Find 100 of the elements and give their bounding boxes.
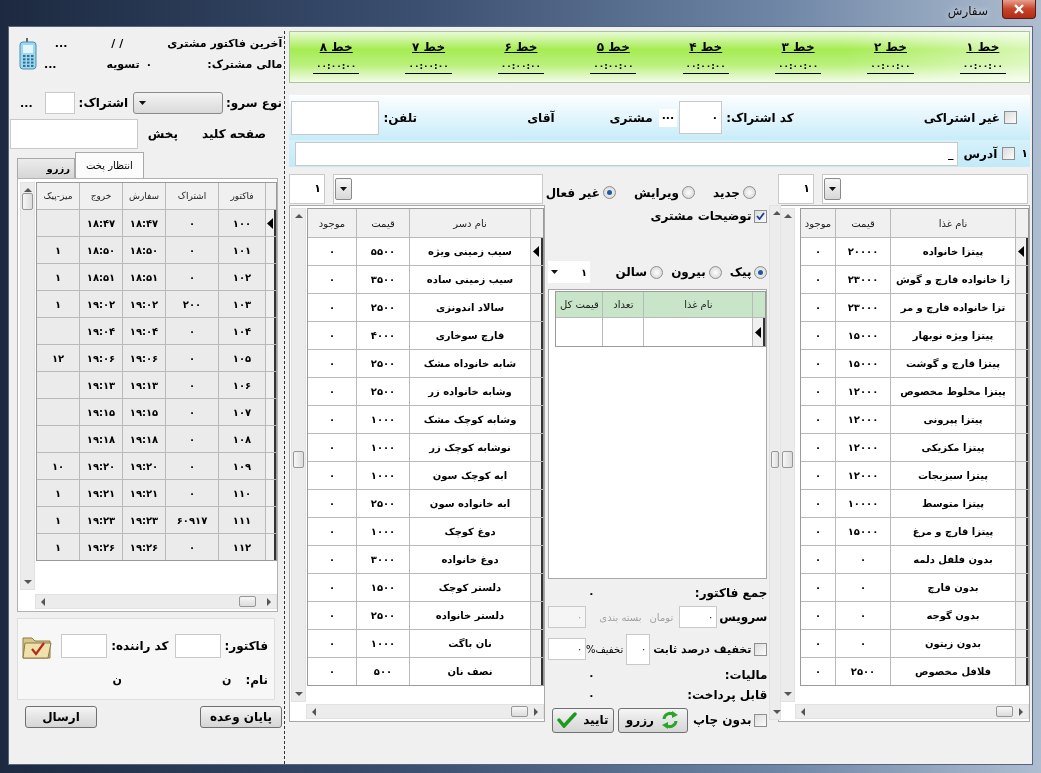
radio-button[interactable] bbox=[650, 265, 664, 279]
row-header[interactable] bbox=[1016, 322, 1028, 349]
column-header[interactable]: سفارش bbox=[123, 183, 165, 209]
row-header[interactable] bbox=[531, 546, 543, 573]
row-header[interactable] bbox=[266, 507, 276, 533]
column-header[interactable]: نام غذا bbox=[891, 209, 1015, 237]
checkbox[interactable] bbox=[754, 713, 768, 727]
vertical-scrollbar[interactable] bbox=[769, 205, 782, 720]
row-header[interactable] bbox=[531, 294, 543, 321]
vertical-scrollbar[interactable] bbox=[780, 208, 795, 702]
row-header[interactable] bbox=[531, 266, 543, 293]
tab[interactable]: انتظار پخت bbox=[75, 152, 144, 178]
radio-button[interactable] bbox=[743, 186, 756, 199]
row-header[interactable] bbox=[1016, 490, 1028, 517]
radio-button[interactable] bbox=[602, 186, 616, 199]
row-header[interactable] bbox=[531, 630, 543, 657]
line-label[interactable]: خط ۱ bbox=[966, 40, 1000, 54]
column-header[interactable]: نام دسر bbox=[410, 209, 530, 237]
service-fee-field[interactable]: ۰ bbox=[679, 606, 718, 628]
tab[interactable]: رزرو bbox=[17, 158, 75, 178]
row-header[interactable] bbox=[1016, 462, 1028, 489]
row-header[interactable] bbox=[531, 434, 543, 461]
subscription-field[interactable] bbox=[44, 92, 75, 114]
row-header[interactable] bbox=[266, 372, 276, 398]
line-label[interactable]: خط ۶ bbox=[504, 40, 538, 54]
count-dropdown[interactable]: ۱ bbox=[548, 261, 590, 283]
horizontal-scrollbar[interactable] bbox=[35, 594, 277, 609]
line-label[interactable]: خط ۸ bbox=[319, 40, 353, 54]
row-header[interactable] bbox=[266, 291, 276, 317]
row-header[interactable] bbox=[1016, 406, 1028, 433]
row-header[interactable] bbox=[531, 574, 543, 601]
line-label[interactable]: خط ۵ bbox=[596, 40, 630, 54]
row-header[interactable] bbox=[266, 318, 276, 344]
line-label[interactable]: خط ۴ bbox=[689, 40, 723, 54]
row-header[interactable] bbox=[1016, 350, 1028, 377]
column-header[interactable]: میز-پیک bbox=[37, 183, 79, 209]
browse-button[interactable]: ... bbox=[658, 108, 678, 127]
radio-button[interactable] bbox=[681, 186, 695, 199]
row-header[interactable] bbox=[1016, 238, 1028, 265]
address-field[interactable]: _ bbox=[295, 141, 958, 166]
column-header[interactable]: موجود bbox=[801, 209, 835, 237]
row-header[interactable] bbox=[1016, 546, 1028, 573]
row-header[interactable] bbox=[1016, 294, 1028, 321]
row-header[interactable] bbox=[531, 406, 543, 433]
row-header[interactable] bbox=[531, 350, 543, 377]
row-header[interactable] bbox=[531, 658, 543, 685]
horizontal-scrollbar[interactable] bbox=[306, 704, 544, 719]
column-header[interactable]: قیمت کل bbox=[556, 292, 603, 317]
count-field[interactable]: ۱ bbox=[778, 173, 814, 204]
row-header[interactable] bbox=[531, 378, 543, 405]
phone-field[interactable] bbox=[291, 100, 380, 135]
row-header[interactable] bbox=[1016, 518, 1028, 545]
line-label[interactable]: خط ۲ bbox=[873, 40, 907, 54]
line-label[interactable]: خط ۳ bbox=[781, 40, 815, 54]
row-header[interactable] bbox=[266, 399, 276, 425]
row-header[interactable] bbox=[531, 322, 543, 349]
column-header[interactable]: قیمت bbox=[357, 209, 409, 237]
row-header[interactable] bbox=[266, 237, 276, 263]
row-header[interactable] bbox=[266, 426, 276, 452]
column-header[interactable]: خروج bbox=[80, 183, 122, 209]
end-shift-button[interactable]: پایان وعده bbox=[200, 706, 282, 728]
row-header[interactable] bbox=[1016, 574, 1028, 601]
subscription-code-field[interactable]: ۰ bbox=[679, 101, 723, 134]
row-header[interactable] bbox=[531, 490, 543, 517]
send-button[interactable]: ارسال bbox=[25, 706, 97, 728]
discount-field[interactable]: ۰ bbox=[548, 638, 586, 660]
column-header[interactable]: قیمت bbox=[836, 209, 890, 237]
line-label[interactable]: خط ۷ bbox=[412, 40, 446, 54]
row-header[interactable] bbox=[266, 345, 276, 371]
radio-button[interactable] bbox=[708, 265, 722, 279]
row-header[interactable] bbox=[266, 453, 276, 479]
row-header[interactable] bbox=[531, 518, 543, 545]
vertical-scrollbar[interactable] bbox=[20, 182, 35, 590]
column-header[interactable]: اشتراک bbox=[166, 183, 218, 209]
count-field[interactable]: ۱ bbox=[289, 173, 325, 204]
radio-button[interactable] bbox=[754, 265, 768, 279]
checkbox[interactable] bbox=[754, 209, 768, 223]
serve-type-dropdown[interactable] bbox=[133, 92, 224, 114]
reserve-button[interactable]: رزرو bbox=[617, 707, 688, 733]
vertical-scrollbar[interactable] bbox=[291, 208, 306, 702]
row-header[interactable] bbox=[531, 602, 543, 629]
row-header[interactable] bbox=[1016, 630, 1028, 657]
column-header[interactable]: تعداد bbox=[603, 292, 644, 317]
checkbox[interactable] bbox=[1002, 147, 1016, 160]
checkbox[interactable] bbox=[1004, 111, 1017, 124]
horizontal-scrollbar[interactable] bbox=[795, 704, 1029, 719]
row-header[interactable] bbox=[1016, 434, 1028, 461]
row-header[interactable] bbox=[753, 318, 766, 346]
row-header[interactable] bbox=[266, 480, 276, 506]
row-header[interactable] bbox=[266, 264, 276, 290]
column-header[interactable]: نام غذا bbox=[644, 292, 753, 317]
invoice-field[interactable] bbox=[174, 633, 221, 658]
column-header[interactable]: موجود bbox=[308, 209, 356, 237]
row-header[interactable] bbox=[1016, 378, 1028, 405]
confirm-button[interactable]: تایید bbox=[551, 707, 614, 733]
checkbox[interactable] bbox=[754, 642, 768, 656]
close-button[interactable] bbox=[1002, 0, 1036, 19]
driver-code-field[interactable] bbox=[61, 633, 108, 658]
search-field[interactable] bbox=[9, 119, 138, 149]
column-header[interactable]: فاکتور bbox=[219, 183, 265, 209]
